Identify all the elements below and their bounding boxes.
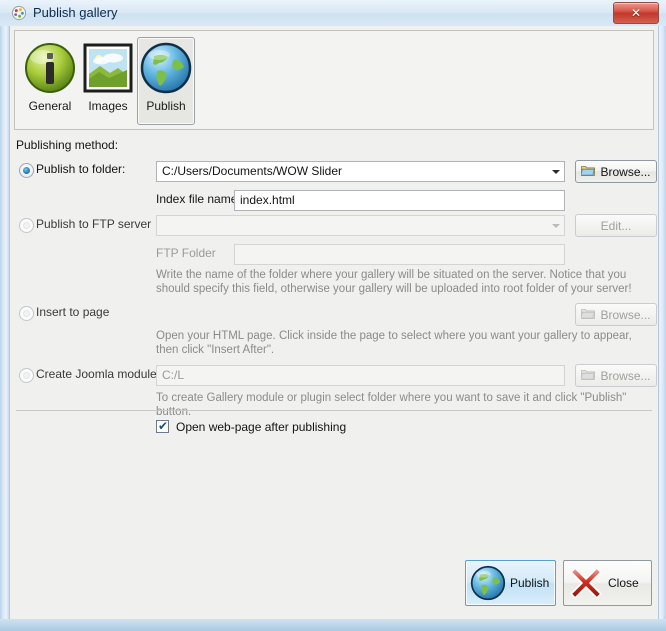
info-globe-icon [22,38,78,98]
close-button[interactable]: Close [563,560,652,606]
radio-create-joomla-module[interactable] [19,368,34,383]
radio-publish-to-folder[interactable] [19,163,34,178]
ftp-hint-text: Write the name of the folder where your … [156,269,632,295]
publish-button[interactable]: Publish [465,560,556,606]
toolbar: General Images Publish [14,30,654,130]
globe-icon [466,564,510,602]
tab-publish-label: Publish [146,99,186,113]
ftp-folder-label: FTP Folder [156,246,216,260]
tab-publish[interactable]: Publish [137,37,195,125]
joomla-path-input[interactable]: C:/L [156,365,565,386]
joomla-browse-label: Browse... [600,368,651,383]
ftp-server-chevron-down-icon[interactable] [547,216,564,235]
insert-to-page-browse-label: Browse... [600,307,651,322]
radio-insert-to-page[interactable] [19,306,34,321]
dialog-client-area: General Images Publish Publishing method… [9,26,659,619]
folder-icon [580,164,596,179]
ftp-server-combo[interactable] [156,215,565,236]
picture-icon [80,38,136,98]
tab-images[interactable]: Images [79,37,137,125]
radio-create-joomla-module-label: Create Joomla module [36,367,157,381]
publish-folder-path-combo[interactable]: C:/Users/Documents/WOW Slider [156,161,565,182]
radio-insert-to-page-label: Insert to page [36,305,110,319]
globe-icon [138,38,194,98]
open-webpage-checkbox-label: Open web-page after publishing [176,420,347,434]
ftp-edit-button[interactable]: Edit... [575,214,657,237]
radio-publish-to-ftp[interactable] [19,218,34,233]
radio-publish-to-ftp-label: Publish to FTP server [36,217,152,231]
tab-general-label: General [28,99,72,113]
folder-icon [580,307,596,322]
window-close-button[interactable]: ✕ [613,2,659,24]
close-icon: ✕ [630,6,642,20]
index-file-name-label: Index file name [156,192,238,206]
window-frame-left [0,0,9,631]
red-x-icon [564,564,608,602]
tab-images-label: Images [88,99,128,113]
insert-to-page-hint-text: Open your HTML page. Click inside the pa… [156,330,632,356]
browse-folder-button-label: Browse... [600,164,651,179]
close-button-label: Close [608,576,639,590]
publishing-method-heading: Publishing method: [16,138,119,152]
index-file-name-input[interactable]: index.html [234,190,565,211]
ftp-edit-button-label: Edit... [600,218,632,233]
publish-gallery-window: Publish gallery ✕ General Images Publish… [0,0,666,631]
publish-button-label: Publish [510,576,550,590]
palette-icon [11,5,27,21]
insert-to-page-browse-button[interactable]: Browse... [575,303,657,326]
window-title: Publish gallery [33,5,118,20]
title-bar: Publish gallery ✕ [0,0,666,26]
browse-folder-button[interactable]: Browse... [575,160,657,183]
tab-general[interactable]: General [21,37,79,125]
joomla-browse-button[interactable]: Browse... [575,364,657,387]
publish-folder-chevron-down-icon[interactable] [547,162,564,181]
joomla-hint-text: To create Gallery module or plugin selec… [156,392,627,418]
open-webpage-checkbox[interactable]: ✔ [156,420,169,433]
window-frame-bottom [0,619,666,631]
check-icon: ✔ [158,419,169,433]
ftp-folder-input[interactable] [234,244,565,265]
radio-publish-to-folder-label: Publish to folder: [36,162,126,176]
folder-icon [580,368,596,383]
section-divider [16,410,652,411]
